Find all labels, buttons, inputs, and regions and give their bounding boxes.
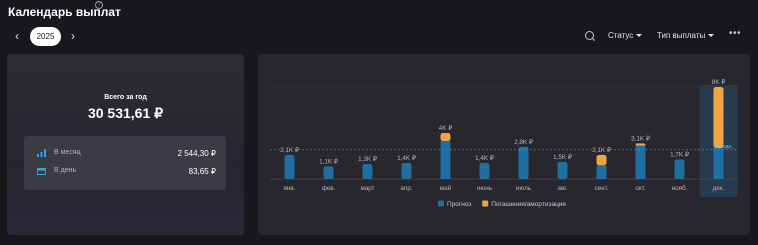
x-tick-label-10: нояб.	[672, 184, 688, 192]
bar-value-label-5: 1,4K ₽	[475, 155, 494, 162]
bar-value-label-6: 2,8K ₽	[514, 139, 533, 146]
bar-value-label-8: 2,1K ₽	[592, 147, 611, 154]
bar-forecast-1	[323, 166, 334, 179]
x-tick-label-9: окт.	[635, 185, 646, 192]
x-tick-label-7: авг.	[557, 185, 567, 192]
bar-forecast-3	[401, 162, 412, 179]
bar-value-label-3: 1,4K ₽	[397, 155, 416, 162]
average-label: Средн.	[715, 144, 733, 150]
caret-down-icon	[636, 34, 643, 38]
bar-value-label-7: 1,5K ₽	[553, 154, 572, 161]
chevron-right-icon[interactable]: ›	[68, 29, 78, 43]
bar-value-label-9: 3,1K ₽	[631, 135, 650, 142]
bar-chart-icon	[37, 149, 46, 157]
bar-repayment-9	[635, 143, 646, 146]
legend-label-0: Прогноз	[447, 201, 471, 208]
bar-forecast-11	[713, 147, 724, 179]
x-tick-label-3: апр.	[400, 185, 412, 192]
bar-forecast-4	[440, 141, 451, 179]
more-icon[interactable]: •••	[729, 28, 741, 39]
daily-value: 83,65 ₽	[188, 167, 216, 176]
calendar-day-icon	[37, 168, 46, 175]
status-filter[interactable]: Статус	[608, 31, 643, 40]
x-tick-label-1: фев.	[322, 185, 336, 192]
payments-chart-card: 2,1K ₽ янв. 1,1K ₽ фев. 1,3K ₽ март 1,4K ₽ апр.…	[258, 54, 750, 235]
bar-forecast-0	[284, 154, 295, 179]
bar-value-label-2: 1,3K ₽	[358, 156, 377, 163]
info-icon[interactable]: ?	[95, 1, 103, 9]
caret-down-icon	[708, 34, 715, 38]
bar-forecast-10	[674, 159, 685, 179]
average-breakdown: В месяц 2 544,30 ₽ В день 83,65 ₽	[24, 136, 226, 190]
bar-forecast-9	[635, 145, 646, 179]
bar-value-label-11: 8K ₽	[712, 79, 725, 86]
x-tick-label-11: дек.	[713, 185, 725, 192]
total-label: Всего за год	[104, 94, 147, 101]
page-title: Календарь выплат	[8, 5, 121, 19]
monthly-row: В месяц 2 544,30 ₽	[24, 145, 226, 163]
search-icon[interactable]	[585, 31, 594, 40]
payment-type-filter[interactable]: Тип выплаты	[657, 31, 715, 40]
bar-value-label-0: 2,1K ₽	[280, 147, 299, 154]
bar-forecast-8	[596, 165, 607, 179]
bar-repayment-4	[440, 133, 451, 142]
payments-chart: 2,1K ₽ янв. 1,1K ₽ фев. 1,3K ₽ март 1,4K ₽ апр.…	[270, 79, 738, 208]
x-tick-label-4: май	[440, 184, 452, 192]
monthly-value: 2 544,30 ₽	[177, 149, 216, 158]
daily-label: В день	[54, 167, 77, 174]
bar-forecast-6	[518, 146, 529, 179]
legend-swatch-1	[482, 200, 489, 207]
bar-forecast-5	[479, 162, 490, 179]
status-filter-label: Статус	[608, 31, 634, 40]
summary-card: Всего за год 30 531,61 ₽ В месяц 2 544,3…	[7, 54, 244, 235]
x-tick-label-2: март	[360, 185, 374, 192]
daily-row: В день 83,65 ₽	[24, 163, 226, 181]
legend-swatch-0	[438, 200, 444, 207]
monthly-label: В месяц	[54, 149, 81, 156]
chevron-left-icon[interactable]: ‹	[12, 29, 22, 43]
x-tick-label-5: июнь	[477, 185, 493, 192]
year-selector[interactable]: 2025	[30, 27, 61, 46]
x-tick-label-8: сент.	[594, 185, 608, 192]
bar-repayment-11	[713, 87, 724, 148]
bar-value-label-4: 4K ₽	[439, 125, 452, 132]
legend-label-1: Погашения/амортизация	[491, 201, 566, 208]
x-tick-label-6: июль	[516, 185, 532, 192]
bar-forecast-2	[362, 164, 373, 179]
bar-forecast-7	[557, 161, 568, 179]
bar-value-label-1: 1,1K ₽	[319, 158, 338, 165]
payment-type-filter-label: Тип выплаты	[657, 31, 706, 40]
bar-value-label-10: 1,7K ₽	[670, 151, 689, 158]
x-tick-label-0: янв.	[284, 185, 296, 192]
bar-repayment-8	[596, 154, 607, 166]
total-value: 30 531,61 ₽	[87, 105, 164, 121]
